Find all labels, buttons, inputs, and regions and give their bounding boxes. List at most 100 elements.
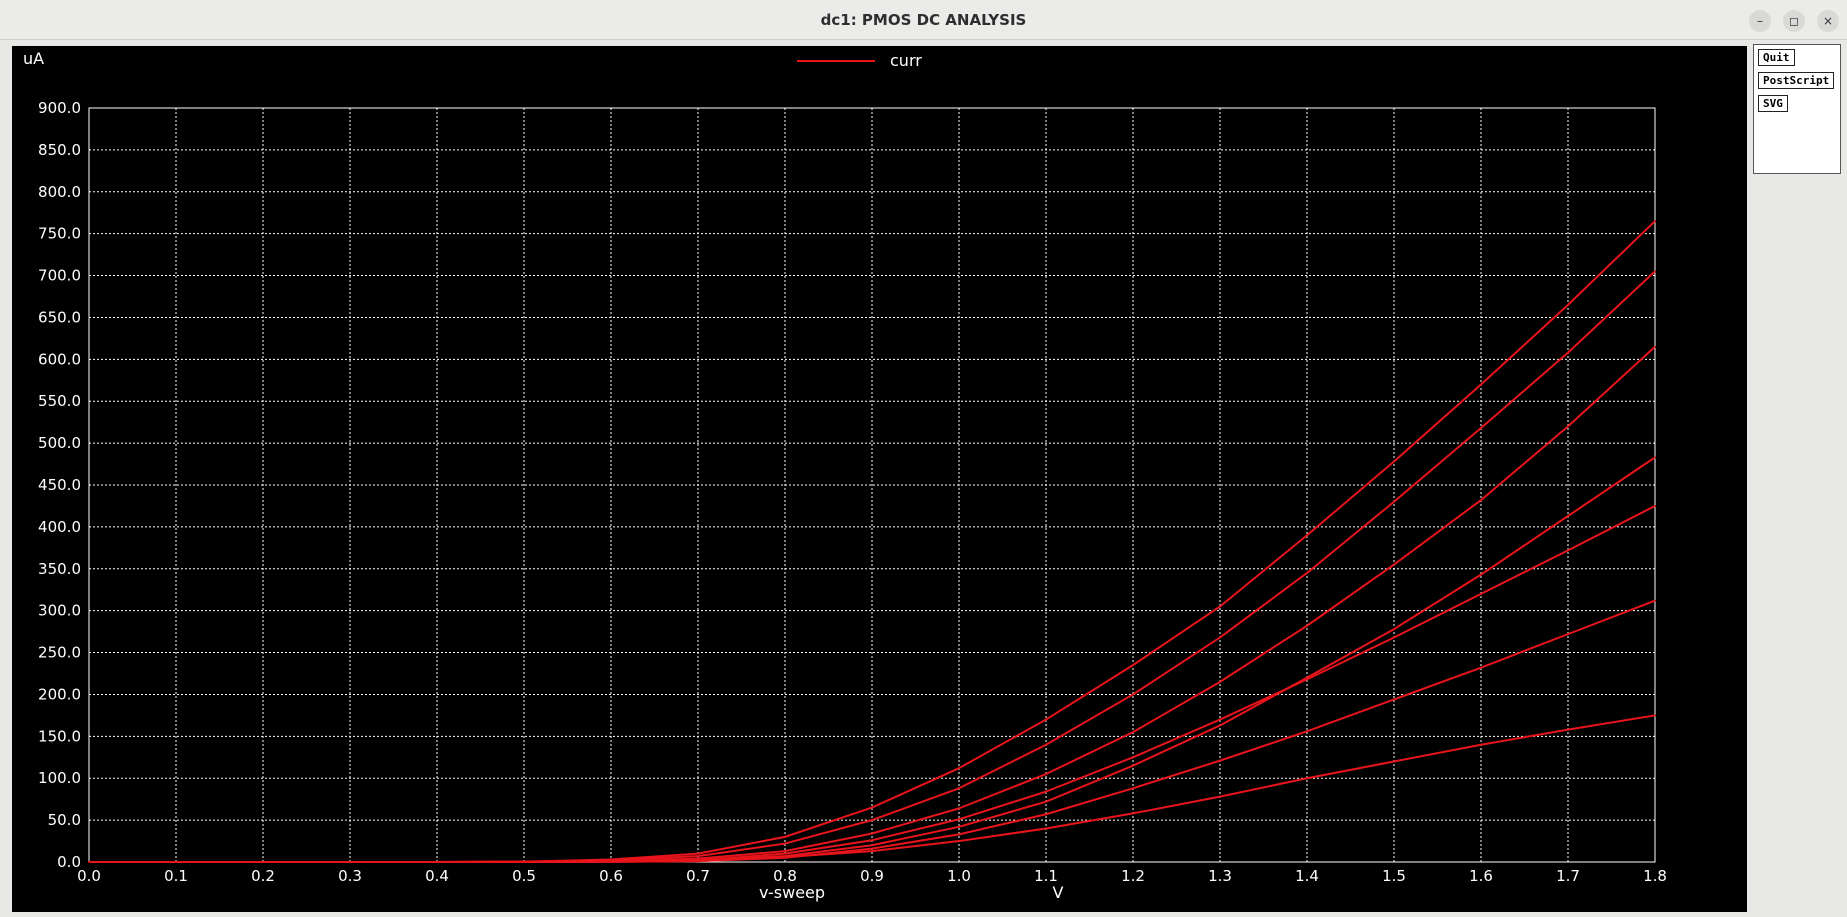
data-point	[1132, 693, 1134, 696]
data-point	[871, 832, 873, 835]
y-tick-label: 600.0	[38, 350, 81, 368]
plot-area: 0.0 0.1 0.2 0.3 0.4 0.5 0.6 0.7 0.8 0.9 1.0 1.1 1.2 1…	[12, 46, 1747, 912]
data-point	[697, 855, 699, 857]
data-point	[1393, 698, 1395, 701]
y-tick-label: 850.0	[38, 141, 81, 159]
side-panel: Quit PostScript SVG	[1753, 44, 1841, 174]
data-point	[1132, 764, 1134, 767]
y-tick-label: 250.0	[38, 644, 81, 662]
x-axis-unit: V	[1053, 883, 1064, 902]
data-point	[1654, 599, 1656, 602]
data-point	[1306, 534, 1308, 537]
x-tick-label: 1.7	[1556, 867, 1580, 885]
y-axis-label: uA	[23, 49, 44, 68]
data-point	[1045, 790, 1047, 793]
data-point	[1480, 383, 1482, 386]
legend-label: curr	[890, 51, 922, 70]
data-point	[958, 840, 960, 842]
y-tick-label: 800.0	[38, 183, 81, 201]
maximize-button[interactable]: ◻	[1783, 10, 1805, 32]
data-point	[1306, 678, 1308, 681]
data-point	[610, 861, 612, 863]
x-tick-label: 1.3	[1208, 867, 1232, 885]
data-point	[1480, 666, 1482, 669]
minimize-button[interactable]: –	[1749, 10, 1771, 32]
data-point	[1132, 664, 1134, 666]
data-point	[1567, 351, 1569, 354]
data-point	[1480, 427, 1482, 429]
x-tick-label: 1.8	[1643, 867, 1667, 885]
data-point	[1219, 724, 1221, 727]
data-point	[1219, 636, 1221, 639]
data-point	[958, 787, 960, 790]
y-tick-label: 650.0	[38, 308, 81, 326]
y-tick-label: 450.0	[38, 476, 81, 494]
data-point	[1132, 787, 1134, 790]
series-curr-6	[88, 599, 1656, 863]
data-point	[1393, 760, 1395, 763]
data-point	[871, 847, 873, 850]
data-point	[1132, 812, 1134, 815]
y-tick-label: 750.0	[38, 225, 81, 243]
data-point	[1480, 593, 1482, 595]
data-point	[1567, 633, 1569, 635]
y-tick-label: 350.0	[38, 560, 81, 578]
y-tick-label: 0.0	[57, 853, 81, 871]
data-point	[1393, 636, 1395, 639]
data-point	[1306, 730, 1308, 733]
data-point	[1045, 718, 1047, 721]
data-point	[1219, 718, 1221, 721]
svg-button[interactable]: SVG	[1758, 95, 1788, 112]
postscript-button[interactable]: PostScript	[1758, 72, 1835, 89]
x-tick-label: 0.2	[251, 867, 275, 885]
data-point	[871, 819, 873, 821]
y-tick-label: 900.0	[38, 99, 81, 117]
data-point	[1045, 773, 1047, 775]
x-tick-label: 0.4	[425, 867, 449, 885]
data-point	[871, 844, 873, 847]
data-point	[958, 807, 960, 810]
data-point	[871, 839, 873, 842]
data-point	[1654, 505, 1656, 507]
data-point	[1306, 777, 1308, 780]
x-tick-label: 1.2	[1121, 867, 1145, 885]
data-point	[958, 826, 960, 828]
data-point	[1480, 499, 1482, 501]
y-tick-label: 300.0	[38, 602, 81, 620]
data-point	[1045, 813, 1047, 816]
data-point	[697, 852, 699, 855]
data-point	[784, 850, 786, 852]
x-tick-label: 0.5	[512, 867, 536, 885]
data-point	[1219, 681, 1221, 683]
data-point	[1393, 628, 1395, 630]
y-tick-label: 100.0	[38, 769, 81, 787]
data-point	[1567, 728, 1569, 731]
data-point	[1654, 220, 1656, 222]
y-tick-label: 700.0	[38, 267, 81, 285]
data-point	[1132, 731, 1134, 733]
y-tick-label: 50.0	[48, 811, 81, 829]
data-point	[958, 833, 960, 836]
close-button[interactable]: ×	[1817, 10, 1839, 32]
data-point	[871, 806, 873, 809]
x-tick-label: 1.4	[1295, 867, 1319, 885]
window-titlebar: dc1: PMOS DC ANALYSIS – ◻ ×	[0, 0, 1847, 40]
y-tick-label: 200.0	[38, 685, 81, 703]
data-point	[1480, 743, 1482, 746]
data-point	[1567, 515, 1569, 517]
data-point	[1654, 270, 1656, 273]
y-tick-label: 500.0	[38, 434, 81, 452]
data-point	[1045, 800, 1047, 803]
quit-button[interactable]: Quit	[1758, 49, 1795, 66]
y-tick-label: 550.0	[38, 392, 81, 410]
data-point	[1393, 500, 1395, 503]
data-point	[1393, 460, 1395, 463]
data-point	[1219, 759, 1221, 762]
x-tick-label: 0.6	[599, 867, 623, 885]
data-point	[1045, 743, 1047, 746]
data-point	[784, 852, 786, 855]
data-point	[871, 850, 873, 852]
data-point	[1567, 425, 1569, 428]
data-point	[1306, 624, 1308, 627]
x-tick-label: 1.6	[1469, 867, 1493, 885]
